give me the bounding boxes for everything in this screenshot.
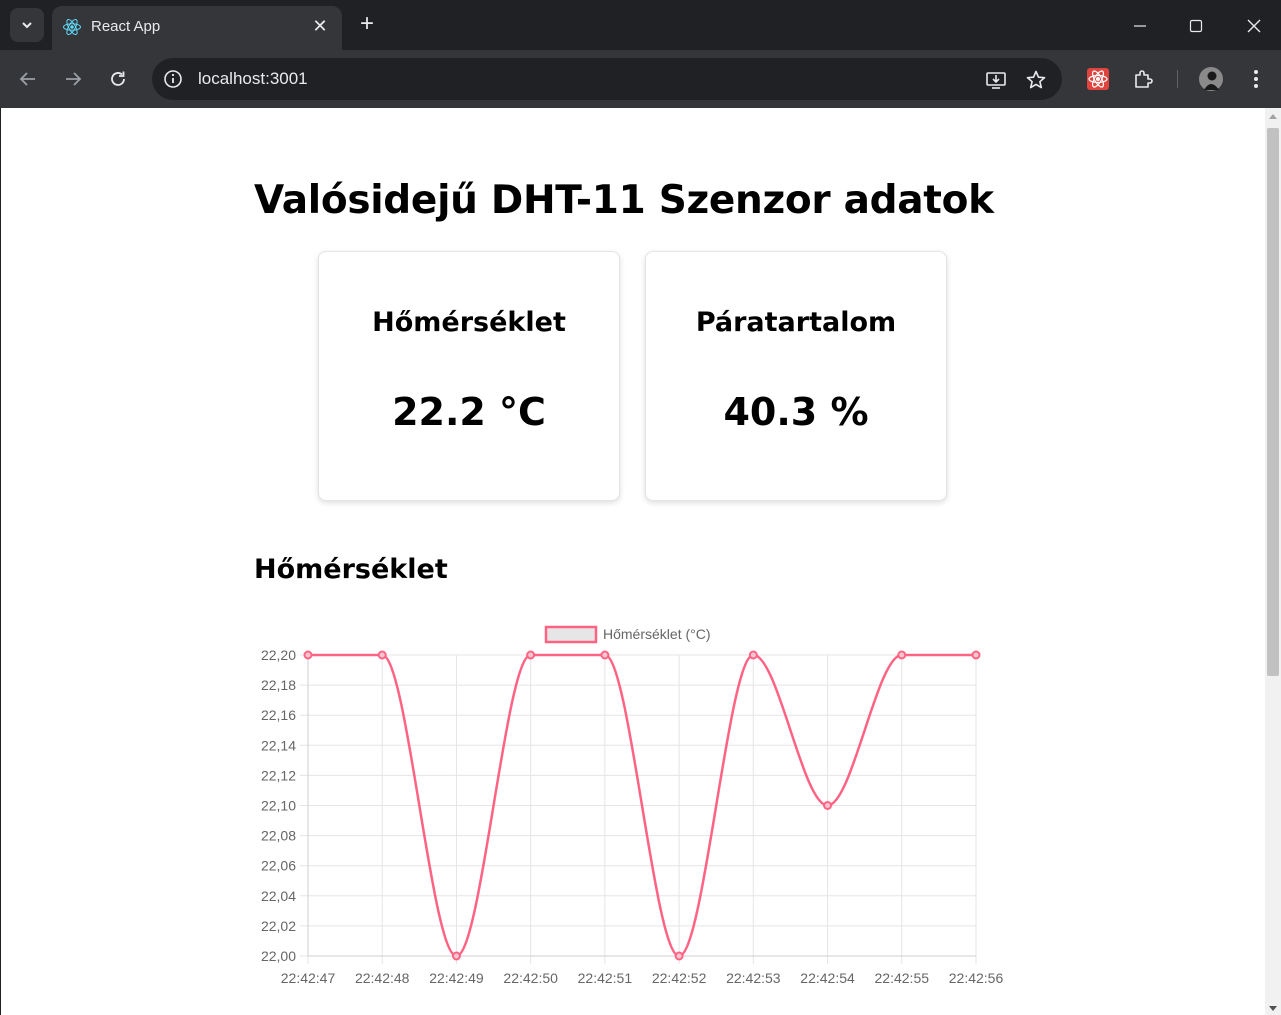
chart-section-title: Hőmérséklet [254,554,448,585]
minimize-icon[interactable] [1126,12,1154,40]
y-tick-label: 22,10 [261,798,296,814]
x-tick-label: 22:42:52 [652,970,707,986]
x-tick-label: 22:42:49 [429,970,484,986]
data-point [971,650,981,660]
page-title: Valósidejű DHT-11 Szenzor adatok [254,178,994,223]
scrollbar-thumb[interactable] [1267,128,1279,676]
y-tick-label: 22,02 [261,918,296,934]
y-tick-label: 22,00 [261,948,296,964]
toolbar-separator [1177,70,1178,88]
x-tick-label: 22:42:55 [875,970,930,986]
y-tick-label: 22,18 [261,677,296,693]
humidity-card: Páratartalom 40.3 % [645,251,947,501]
close-window-icon[interactable] [1240,12,1268,40]
data-point [526,650,536,660]
y-tick-label: 22,20 [261,647,296,663]
data-point [451,951,461,961]
y-tick-label: 22,16 [261,707,296,723]
y-tick-label: 22,06 [261,858,296,874]
react-logo-icon [63,18,81,36]
data-point [600,650,610,660]
x-tick-label: 22:42:53 [726,970,781,986]
y-tick-label: 22,04 [261,888,296,904]
close-tab-icon[interactable]: ✕ [310,16,330,36]
data-point [377,650,387,660]
x-tick-label: 22:42:51 [578,970,633,986]
tab-react-app[interactable]: React App ✕ [52,6,342,50]
profile-avatar-icon[interactable] [1197,65,1225,93]
y-tick-label: 22,08 [261,828,296,844]
x-tick-label: 22:42:47 [281,970,336,986]
data-point [674,951,684,961]
site-info-icon[interactable] [162,68,184,90]
reload-icon [111,71,125,86]
tab-title: React App [91,18,161,35]
temperature-card: Hőmérséklet 22.2 °C [318,251,620,501]
x-tick-label: 22:42:54 [800,970,855,986]
data-point [303,650,313,660]
arrow-left-icon [19,72,35,86]
extension-react-devtools-icon[interactable] [1084,65,1112,93]
humidity-card-value: 40.3 % [723,390,869,434]
legend-swatch [544,625,598,644]
chart-legend: Hőmérséklet (°C) [544,625,711,644]
new-tab-button[interactable]: + [355,12,379,36]
bookmark-star-icon[interactable] [1024,68,1048,92]
browser-menu-icon[interactable] [1242,65,1270,93]
humidity-card-title: Páratartalom [695,307,897,338]
data-point [823,801,833,810]
chevron-down-icon [22,22,32,29]
scroll-down-arrow-icon[interactable] [1269,1006,1277,1011]
y-tick-label: 22,14 [261,737,296,753]
browser-titlebar: React App ✕ + [0,0,1281,50]
data-point [897,650,907,660]
scroll-up-arrow-icon[interactable] [1269,114,1277,119]
forward-button[interactable] [59,65,87,93]
x-tick-label: 22:42:50 [503,970,558,986]
url-text[interactable]: localhost:3001 [198,69,308,89]
arrow-right-icon [66,72,82,86]
temperature-line-chart: 22,20 22,18 22,16 22,14 22,12 22,10 22,08 22,06… [261,625,1004,986]
y-tick-label: 22,12 [261,767,296,783]
extensions-puzzle-icon[interactable] [1129,65,1157,93]
x-tick-label: 22:42:56 [949,970,1004,986]
temperature-card-title: Hőmérséklet [372,307,566,338]
legend-label: Hőmérséklet (°C) [603,626,711,642]
install-app-icon[interactable] [984,68,1008,92]
data-point [748,650,758,660]
reload-button[interactable] [104,65,132,93]
browser-toolbar: localhost:3001 [0,50,1281,108]
tab-search-button[interactable] [10,8,44,42]
vertical-scrollbar[interactable] [1265,108,1281,1015]
temperature-card-value: 22.2 °C [392,390,546,434]
page-viewport: Valósidejű DHT-11 Szenzor adatok Hőmérsé… [1,108,1265,1015]
maximize-icon[interactable] [1182,12,1210,40]
x-tick-label: 22:42:48 [355,970,410,986]
back-button[interactable] [14,65,42,93]
address-bar[interactable]: localhost:3001 [152,58,1062,100]
